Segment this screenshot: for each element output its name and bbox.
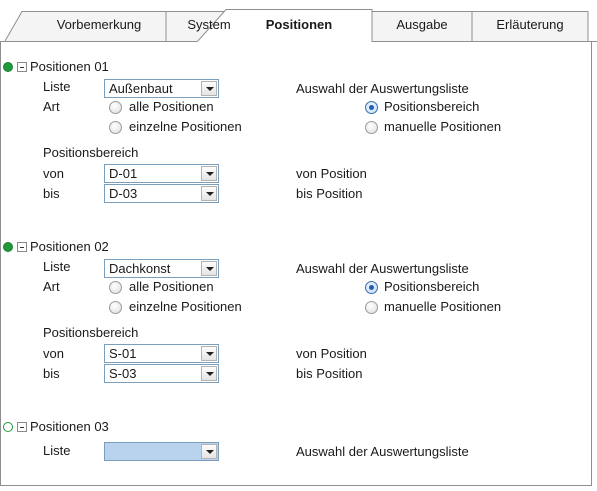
liste-combo-value: Außenbaut	[109, 81, 173, 96]
tab-erlaeuterung[interactable]: Erläuterung	[474, 17, 586, 33]
radio-manuelle-positionen[interactable]	[365, 301, 378, 314]
auswahl-label: Auswahl der Auswertungsliste	[296, 81, 469, 96]
von-label: von	[43, 346, 64, 361]
status-empty-icon	[3, 422, 13, 432]
liste-combo-value: Dachkonst	[109, 261, 171, 276]
group-title: Positionen 01	[30, 59, 109, 74]
radio-alle-positionen[interactable]	[109, 101, 122, 114]
collapse-icon[interactable]	[17, 422, 27, 432]
liste-label: Liste	[43, 443, 71, 458]
liste-combo[interactable]: Außenbaut	[104, 79, 219, 98]
radio-positionsbereich[interactable]	[365, 101, 378, 114]
bis-combo-value: S-03	[109, 366, 137, 381]
liste-label: Liste	[43, 79, 71, 94]
manuelle-positionen-label: manuelle Positionen	[384, 119, 502, 134]
von-label: von	[43, 166, 64, 181]
von-combo-value: S-01	[109, 346, 137, 361]
alle-positionen-label: alle Positionen	[129, 99, 214, 114]
bis-position-label: bis Position	[296, 366, 363, 381]
von-combo[interactable]: S-01	[104, 344, 219, 363]
radio-manuelle-positionen[interactable]	[365, 121, 378, 134]
positionsbereich-heading: Positionsbereich	[43, 145, 139, 160]
chevron-down-icon[interactable]	[201, 81, 217, 96]
group-title: Positionen 03	[30, 419, 109, 434]
radio-positionsbereich[interactable]	[365, 281, 378, 294]
radio-einzelne-positionen[interactable]	[109, 301, 122, 314]
bis-label: bis	[43, 186, 60, 201]
liste-combo[interactable]	[104, 442, 219, 461]
chevron-down-icon[interactable]	[201, 261, 217, 276]
einzelne-positionen-label: einzelne Positionen	[129, 119, 242, 134]
bis-combo-value: D-03	[109, 186, 138, 201]
alle-positionen-label: alle Positionen	[129, 279, 214, 294]
positionsbereich-option-label: Positionsbereich	[384, 99, 480, 114]
von-position-label: von Position	[296, 166, 367, 181]
von-position-label: von Position	[296, 346, 367, 361]
auswahl-label: Auswahl der Auswertungsliste	[296, 444, 469, 459]
chevron-down-icon[interactable]	[201, 444, 217, 459]
chevron-down-icon[interactable]	[201, 186, 217, 201]
tab-ausgabe[interactable]: Ausgabe	[374, 17, 470, 33]
collapse-icon[interactable]	[17, 62, 27, 72]
tab-strip: Vorbemerkung System Positionen Ausgabe E…	[0, 0, 597, 42]
radio-alle-positionen[interactable]	[109, 281, 122, 294]
bis-position-label: bis Position	[296, 186, 363, 201]
manuelle-positionen-label: manuelle Positionen	[384, 299, 502, 314]
tab-positionen[interactable]: Positionen	[228, 17, 370, 33]
group-title: Positionen 02	[30, 239, 109, 254]
positionsbereich-option-label: Positionsbereich	[384, 279, 480, 294]
liste-label: Liste	[43, 259, 71, 274]
chevron-down-icon[interactable]	[201, 346, 217, 361]
art-label: Art	[43, 279, 60, 294]
status-filled-icon	[3, 62, 13, 72]
bis-combo[interactable]: D-03	[104, 184, 219, 203]
von-combo[interactable]: D-01	[104, 164, 219, 183]
chevron-down-icon[interactable]	[201, 366, 217, 381]
chevron-down-icon[interactable]	[201, 166, 217, 181]
einzelne-positionen-label: einzelne Positionen	[129, 299, 242, 314]
positionsbereich-heading: Positionsbereich	[43, 325, 139, 340]
radio-einzelne-positionen[interactable]	[109, 121, 122, 134]
liste-combo[interactable]: Dachkonst	[104, 259, 219, 278]
collapse-icon[interactable]	[17, 242, 27, 252]
bis-label: bis	[43, 366, 60, 381]
bis-combo[interactable]: S-03	[104, 364, 219, 383]
positionen-panel: Positionen 01 Liste Außenbaut Auswahl de…	[0, 42, 592, 486]
art-label: Art	[43, 99, 60, 114]
auswahl-label: Auswahl der Auswertungsliste	[296, 261, 469, 276]
von-combo-value: D-01	[109, 166, 138, 181]
status-filled-icon	[3, 242, 13, 252]
tab-vorbemerkung[interactable]: Vorbemerkung	[34, 17, 164, 33]
